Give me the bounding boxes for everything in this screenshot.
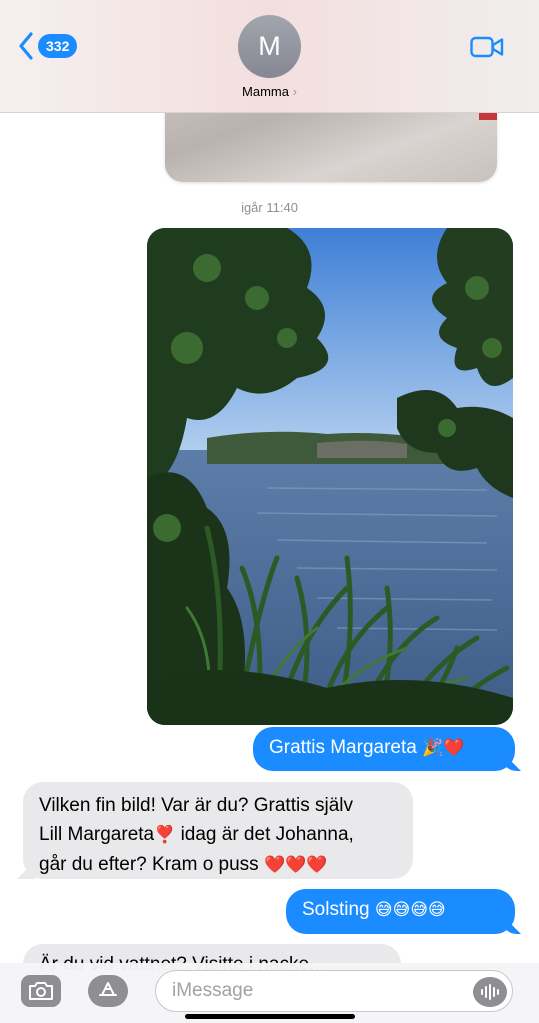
message-emoji: 😅😅😅😅 (374, 900, 446, 920)
message-text: Lill Margareta (39, 824, 155, 845)
message-text: Vilken fin bild! Var är du? Grattis själ… (39, 795, 353, 816)
message-emoji: ❤️❤️❤️ (263, 855, 328, 875)
outgoing-message[interactable]: Grattis Margareta 🎉❤️ (253, 727, 515, 771)
audio-waveform-icon (481, 984, 499, 1000)
message-text: Solsting (302, 899, 370, 920)
video-camera-icon[interactable] (470, 36, 504, 58)
camera-icon (29, 982, 53, 1000)
home-indicator (185, 1014, 355, 1019)
contact-name-button[interactable]: Mamma › (0, 84, 539, 99)
back-button[interactable]: 332 (18, 32, 78, 60)
contact-avatar[interactable]: M (238, 15, 301, 78)
contact-name: Mamma (242, 84, 289, 99)
incoming-message[interactable]: Vilken fin bild! Var är du? Grattis själ… (23, 782, 413, 879)
message-input-placeholder: iMessage (172, 980, 254, 1001)
chevron-right-icon: › (292, 84, 297, 99)
message-text: idag är det Johanna, (180, 824, 354, 845)
unread-count-badge: 332 (38, 34, 78, 58)
lake-photo-image (147, 228, 513, 725)
chevron-left-icon (19, 32, 33, 60)
message-text: Grattis Margareta (269, 737, 417, 758)
message-timestamp: igår 11:40 (241, 200, 298, 215)
camera-button[interactable] (21, 975, 61, 1007)
lake-photo-attachment[interactable] (147, 228, 513, 725)
audio-message-button[interactable] (473, 977, 507, 1007)
message-text: går du efter? Kram o puss (39, 854, 259, 875)
message-input[interactable]: iMessage (155, 970, 513, 1012)
outgoing-message[interactable]: Solsting 😅😅😅😅 (286, 889, 515, 934)
message-emoji: 🎉❤️ (422, 738, 465, 758)
conversation-header: 332 M Mamma › (0, 0, 539, 113)
message-emoji: ❣️ (154, 825, 176, 845)
app-store-button[interactable] (88, 975, 128, 1007)
message-thread[interactable]: igår 11:40 Grattis Margareta 🎉❤️ Vilken … (0, 0, 539, 1023)
app-store-icon (99, 982, 117, 996)
